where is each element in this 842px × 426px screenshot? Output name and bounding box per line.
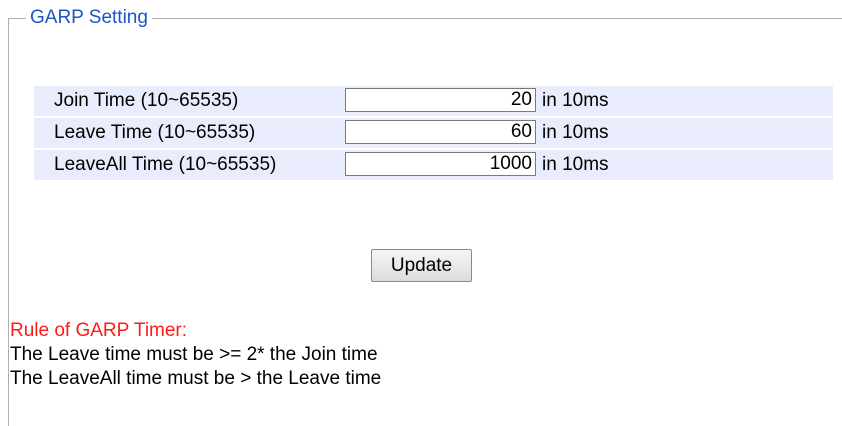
fieldset-border-left <box>8 18 9 426</box>
leave-time-label: Leave Time (10~65535) <box>54 122 256 143</box>
table-row-leaveall-time: LeaveAll Time (10~65535) in 10ms <box>34 150 833 182</box>
garp-timer-table: Join Time (10~65535) in 10ms Leave Time … <box>34 86 833 182</box>
update-button[interactable]: Update <box>371 249 472 282</box>
join-time-input[interactable] <box>345 88 536 112</box>
table-row-leave-time: Leave Time (10~65535) in 10ms <box>34 118 833 150</box>
table-row-join-time: Join Time (10~65535) in 10ms <box>34 86 833 118</box>
leaveall-time-input[interactable] <box>345 152 536 176</box>
rule-line-leaveall: The LeaveAll time must be > the Leave ti… <box>10 368 382 389</box>
rule-line-join: The Leave time must be >= 2* the Join ti… <box>10 344 378 365</box>
leaveall-time-label: LeaveAll Time (10~65535) <box>54 154 277 175</box>
leaveall-time-unit: in 10ms <box>542 154 609 175</box>
rule-title: Rule of GARP Timer: <box>10 320 188 341</box>
leave-time-unit: in 10ms <box>542 122 609 143</box>
join-time-unit: in 10ms <box>542 90 609 111</box>
join-time-label: Join Time (10~65535) <box>54 90 239 111</box>
section-legend: GARP Setting <box>26 6 152 30</box>
leave-time-input[interactable] <box>345 120 536 144</box>
